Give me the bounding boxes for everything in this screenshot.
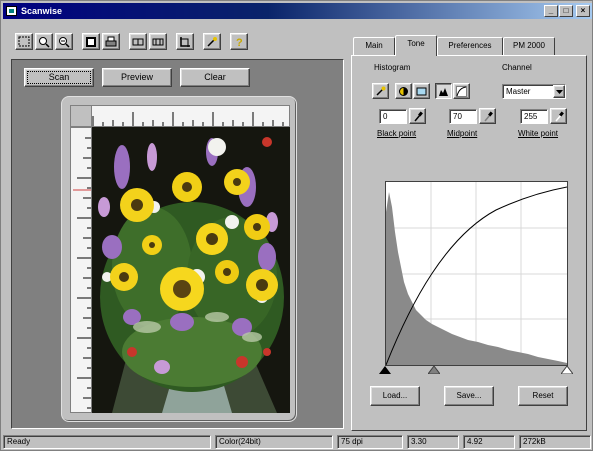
white-eyedropper-icon[interactable] [550, 108, 567, 124]
status-width: 3.30 [407, 435, 459, 449]
scanned-image[interactable] [92, 127, 290, 413]
scanner-window: Scanwise _ □ × ? Scan Preview Clear Main… [0, 0, 593, 451]
fit-icon[interactable] [82, 33, 100, 50]
contrast-icon[interactable] [413, 83, 430, 99]
mid-eyedropper-icon[interactable] [479, 108, 496, 124]
levels-icon[interactable] [435, 83, 452, 99]
curve-icon[interactable] [453, 83, 470, 99]
histogram-graph[interactable] [385, 181, 568, 366]
ruler-corner [70, 105, 92, 127]
channel-label: Channel [502, 63, 532, 72]
ruler-vertical [70, 127, 92, 413]
histogram-label: Histogram [374, 63, 411, 72]
channel-select[interactable]: Master [502, 84, 566, 99]
white-point-slider[interactable] [560, 365, 574, 376]
black-point-field[interactable]: 0 [379, 109, 407, 124]
status-bar: Ready Color(24bit) 75 dpi 3.30 4.92 272k… [3, 435, 592, 450]
tone-tab-body: Histogram Channel Master 0 70 255 Black … [351, 55, 587, 431]
reset-button[interactable]: Reset [518, 386, 568, 406]
midpoint-label: Midpoint [447, 129, 478, 138]
svg-text:?: ? [236, 37, 243, 48]
zoom-out-icon[interactable] [55, 33, 73, 50]
status-text: Ready [3, 435, 211, 449]
clear-button[interactable]: Clear [180, 68, 250, 87]
scan-button[interactable]: Scan [24, 68, 94, 87]
white-point-label: White point [518, 129, 559, 138]
status-height: 4.92 [463, 435, 515, 449]
preview-pane: Scan Preview Clear [11, 59, 344, 429]
help-icon[interactable]: ? [230, 33, 248, 50]
midpoint-slider[interactable] [427, 365, 441, 376]
status-resolution: 75 dpi [337, 435, 403, 449]
save-button[interactable]: Save... [444, 386, 494, 406]
tab-pm2000[interactable]: PM 2000 [503, 37, 555, 55]
minimize-icon[interactable]: _ [544, 5, 558, 17]
tab-tone[interactable]: Tone [395, 35, 437, 56]
title-bar[interactable]: Scanwise _ □ × [3, 3, 592, 19]
window-title: Scanwise [21, 6, 63, 16]
settings-panel: Main Tone Preferences PM 2000 Histogram … [351, 35, 587, 431]
status-size: 272kB [519, 435, 591, 449]
tab-main[interactable]: Main [353, 37, 395, 55]
load-button[interactable]: Load... [370, 386, 420, 406]
brightness-icon[interactable] [395, 83, 412, 99]
black-eyedropper-icon[interactable] [409, 108, 426, 124]
close-icon[interactable]: × [576, 5, 590, 17]
ruler-horizontal [70, 105, 290, 127]
black-point-label: Black point [377, 129, 417, 138]
rotate-left-icon[interactable] [129, 33, 147, 50]
select-area-icon[interactable] [15, 33, 33, 50]
rotate-right-icon[interactable] [149, 33, 167, 50]
magic-wand-icon[interactable] [203, 33, 221, 50]
maximize-icon[interactable]: □ [559, 5, 573, 17]
tab-preferences[interactable]: Preferences [437, 37, 503, 55]
status-mode: Color(24bit) [215, 435, 333, 449]
channel-value: Master [506, 87, 531, 96]
auto-icon[interactable] [372, 83, 389, 99]
app-icon [6, 6, 17, 16]
print-icon[interactable] [102, 33, 120, 50]
zoom-in-icon[interactable] [35, 33, 53, 50]
white-point-field[interactable]: 255 [520, 109, 548, 124]
toolbar: ? [3, 21, 349, 55]
black-point-slider[interactable] [379, 366, 391, 376]
crop-icon[interactable] [176, 33, 194, 50]
preview-button[interactable]: Preview [102, 68, 172, 87]
midpoint-field[interactable]: 70 [449, 109, 477, 124]
chevron-down-icon[interactable] [553, 85, 565, 98]
preview-frame [61, 96, 297, 422]
